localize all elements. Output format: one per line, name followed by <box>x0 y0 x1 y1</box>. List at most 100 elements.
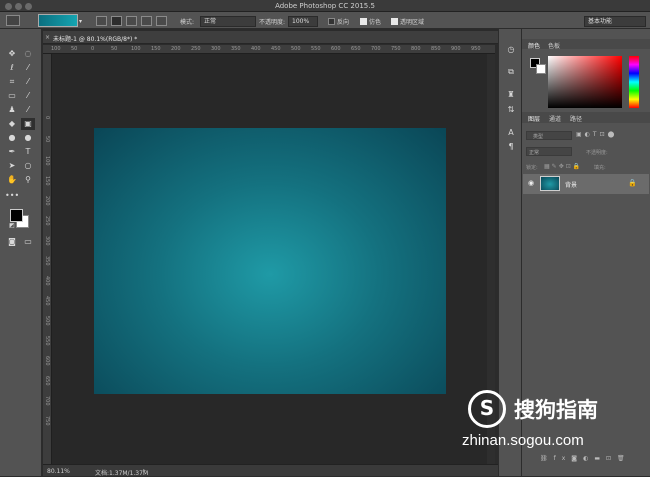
more-tools-icon[interactable]: ••• <box>5 190 19 202</box>
ruler-tick: 750 <box>44 416 50 426</box>
dither-checkbox[interactable] <box>360 18 367 25</box>
status-bar: 80.11% 文档:1.37M/1.37M ▸ <box>43 464 498 477</box>
color-panel-background[interactable] <box>536 64 546 74</box>
lock-icons[interactable]: ▦✎✥⊡🔒 <box>544 163 582 170</box>
brush-presets-icon[interactable]: ♜ <box>504 89 518 101</box>
workspace-select[interactable]: 基本功能 <box>584 16 646 27</box>
mode-select[interactable]: 正常 <box>200 16 256 27</box>
lasso-tool-icon[interactable]: ℓ <box>5 62 19 74</box>
status-arrow-icon[interactable]: ▸ <box>143 467 146 474</box>
history-brush-tool-icon[interactable]: ⁄ <box>21 104 35 116</box>
document-canvas[interactable] <box>94 128 446 394</box>
marquee-tool-icon[interactable]: ◌ <box>21 48 35 60</box>
ruler-tick: 300 <box>44 236 50 246</box>
mode-label: 模式: <box>180 19 195 26</box>
adjustments-icon[interactable]: ⇅ <box>504 104 518 116</box>
default-colors-icon[interactable]: ◩ <box>5 220 19 232</box>
type-tool-icon[interactable]: T <box>21 146 35 158</box>
reverse-label: 反向 <box>337 19 350 26</box>
close-tab-icon[interactable]: × <box>45 34 50 41</box>
ruler-tick: 550 <box>311 46 321 52</box>
gradient-tool-preset-icon[interactable] <box>6 15 20 26</box>
character-icon[interactable]: A <box>504 127 518 139</box>
ruler-tick: 600 <box>331 46 341 52</box>
transparency-checkbox[interactable] <box>391 18 398 25</box>
filter-kind-label: 类型 <box>533 134 544 140</box>
eye-icon[interactable]: ◉ <box>528 179 534 187</box>
ruler-tick: 700 <box>371 46 381 52</box>
brush-tool-icon[interactable]: ⁄ <box>21 90 35 102</box>
document-tab[interactable]: × 未标题-1 @ 80.1%(RGB/8*) * <box>43 31 498 44</box>
chevron-down-icon[interactable]: ▾ <box>79 18 85 25</box>
tab-color[interactable]: 颜色 <box>528 41 540 50</box>
move-tool-icon[interactable]: ✥ <box>5 48 19 60</box>
lock-icon: 🔒 <box>628 179 637 187</box>
tab-channels[interactable]: 通道 <box>549 114 561 123</box>
hue-slider[interactable] <box>629 56 639 108</box>
screen-mode-icon[interactable]: ▭ <box>21 236 35 248</box>
ruler-tick: 550 <box>44 336 50 346</box>
blend-mode-label: 正常 <box>529 150 540 156</box>
properties-icon[interactable]: ⧉ <box>504 66 518 78</box>
history-icon[interactable]: ◷ <box>504 44 518 56</box>
gradient-preview[interactable] <box>38 14 78 27</box>
layer-filter-select[interactable]: 类型 <box>526 131 572 140</box>
eraser-tool-icon[interactable]: ◆ <box>5 118 19 130</box>
opacity-input[interactable]: 100% <box>288 16 318 27</box>
ruler-tick: 850 <box>431 46 441 52</box>
paragraph-icon[interactable]: ¶ <box>504 141 518 153</box>
color-picker-field[interactable] <box>548 56 622 108</box>
layer-filter-icons[interactable]: ▣◐T⊡⬤ <box>576 131 646 140</box>
layer-opacity-label: 不透明度: <box>586 150 608 156</box>
hand-tool-icon[interactable]: ✋ <box>5 174 19 186</box>
quick-mask-icon[interactable]: ◙ <box>5 236 19 248</box>
angle-gradient-button[interactable] <box>126 16 137 26</box>
radial-gradient-button[interactable] <box>111 16 122 26</box>
vertical-ruler[interactable]: 0 50 100 150 200 250 300 350 400 450 500… <box>43 54 52 464</box>
clone-stamp-tool-icon[interactable]: ♟ <box>5 104 19 116</box>
tab-swatches[interactable]: 色板 <box>548 41 560 50</box>
ruler-tick: 900 <box>451 46 461 52</box>
watermark-url: zhinan.sogou.com <box>462 432 584 449</box>
blur-tool-icon[interactable]: ● <box>5 132 19 144</box>
path-selection-tool-icon[interactable]: ➤ <box>5 160 19 172</box>
eyedropper-tool-icon[interactable]: ⁄ <box>21 76 35 88</box>
ellipse-tool-icon[interactable]: ○ <box>21 160 35 172</box>
layers-panel-header: 图层 通道 路径 <box>522 112 650 123</box>
opacity-label: 不透明度: <box>259 19 286 26</box>
watermark-title: 搜狗指南 <box>514 398 598 422</box>
healing-brush-tool-icon[interactable]: ▭ <box>5 90 19 102</box>
ruler-tick: 50 <box>111 46 118 52</box>
tab-paths[interactable]: 路径 <box>570 114 582 123</box>
ruler-tick: 650 <box>351 46 361 52</box>
dodge-tool-icon[interactable]: ● <box>21 132 35 144</box>
zoom-level[interactable]: 80.11% <box>47 468 70 475</box>
diamond-gradient-button[interactable] <box>156 16 167 26</box>
ruler-tick: 200 <box>44 196 50 206</box>
layer-thumbnail <box>540 176 560 191</box>
layers-footer-icons[interactable]: ⛓fx◙◐▬⊡🗑 <box>522 455 650 465</box>
ruler-tick: 500 <box>44 316 50 326</box>
ruler-tick: 450 <box>271 46 281 52</box>
ruler-tick: 100 <box>44 156 50 166</box>
ruler-tick: 50 <box>71 46 78 52</box>
ruler-tick: 100 <box>51 46 61 52</box>
layer-name[interactable]: 背景 <box>565 180 577 189</box>
window-title: Adobe Photoshop CC 2015.5 <box>275 2 375 10</box>
crop-tool-icon[interactable]: ⌗ <box>5 76 19 88</box>
ruler-tick: 250 <box>44 216 50 226</box>
linear-gradient-button[interactable] <box>96 16 107 26</box>
dither-label: 仿色 <box>369 19 382 26</box>
options-bar: ▾ 模式: 正常 不透明度: 100% 反向 仿色 透明区域 基本功能 <box>0 12 650 29</box>
ruler-tick: 200 <box>171 46 181 52</box>
horizontal-ruler[interactable]: 100 50 0 50 100 150 200 250 300 350 400 … <box>43 45 495 54</box>
zoom-tool-icon[interactable]: ⚲ <box>21 174 35 186</box>
pen-tool-icon[interactable]: ✒ <box>5 146 19 158</box>
tab-layers[interactable]: 图层 <box>528 114 540 123</box>
ruler-tick: 950 <box>471 46 481 52</box>
quick-select-tool-icon[interactable]: ⁄ <box>21 62 35 74</box>
reverse-checkbox[interactable] <box>328 18 335 25</box>
layer-blend-mode-select[interactable]: 正常 <box>526 147 572 156</box>
reflected-gradient-button[interactable] <box>141 16 152 26</box>
gradient-tool-icon[interactable]: ▣ <box>21 118 35 130</box>
